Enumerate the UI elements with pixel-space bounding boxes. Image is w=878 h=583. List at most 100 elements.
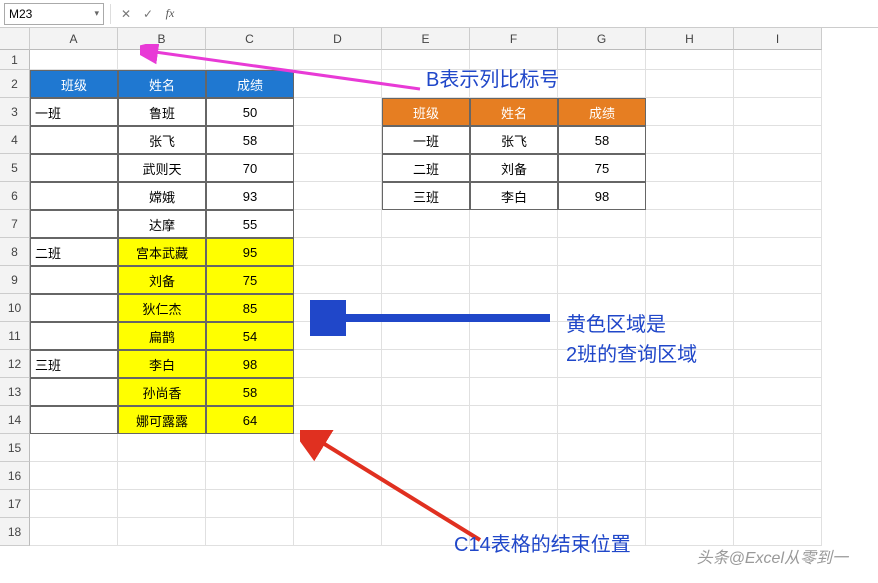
- cell-E11[interactable]: [382, 322, 470, 350]
- cell-E5[interactable]: 二班: [382, 154, 470, 182]
- cell-B18[interactable]: [118, 518, 206, 546]
- cell-G2[interactable]: [558, 70, 646, 98]
- cell-I11[interactable]: [734, 322, 822, 350]
- cell-D15[interactable]: [294, 434, 382, 462]
- cell-G1[interactable]: [558, 50, 646, 70]
- cell-D13[interactable]: [294, 378, 382, 406]
- cell-I14[interactable]: [734, 406, 822, 434]
- cell-B7[interactable]: 达摩: [118, 210, 206, 238]
- cell-F7[interactable]: [470, 210, 558, 238]
- cell-C4[interactable]: 58: [206, 126, 294, 154]
- cell-A15[interactable]: [30, 434, 118, 462]
- row-header-10[interactable]: 10: [0, 294, 30, 322]
- cell-D2[interactable]: [294, 70, 382, 98]
- column-header-H[interactable]: H: [646, 28, 734, 50]
- cell-D14[interactable]: [294, 406, 382, 434]
- cell-B16[interactable]: [118, 462, 206, 490]
- row-header-2[interactable]: 2: [0, 70, 30, 98]
- cell-A11[interactable]: [30, 322, 118, 350]
- cell-A4[interactable]: [30, 126, 118, 154]
- row-header-15[interactable]: 15: [0, 434, 30, 462]
- cell-I17[interactable]: [734, 490, 822, 518]
- cell-C17[interactable]: [206, 490, 294, 518]
- cell-F15[interactable]: [470, 434, 558, 462]
- cell-I3[interactable]: [734, 98, 822, 126]
- cell-F12[interactable]: [470, 350, 558, 378]
- cell-E17[interactable]: [382, 490, 470, 518]
- row-header-5[interactable]: 5: [0, 154, 30, 182]
- cell-A5[interactable]: [30, 154, 118, 182]
- cell-E3[interactable]: 班级: [382, 98, 470, 126]
- cell-D7[interactable]: [294, 210, 382, 238]
- row-header-14[interactable]: 14: [0, 406, 30, 434]
- cell-A3[interactable]: 一班: [30, 98, 118, 126]
- cell-D1[interactable]: [294, 50, 382, 70]
- cell-C6[interactable]: 93: [206, 182, 294, 210]
- cell-A12[interactable]: 三班: [30, 350, 118, 378]
- cell-H17[interactable]: [646, 490, 734, 518]
- cell-D9[interactable]: [294, 266, 382, 294]
- cell-I15[interactable]: [734, 434, 822, 462]
- cell-F6[interactable]: 李白: [470, 182, 558, 210]
- cell-G3[interactable]: 成绩: [558, 98, 646, 126]
- cell-E9[interactable]: [382, 266, 470, 294]
- cell-B15[interactable]: [118, 434, 206, 462]
- cell-C1[interactable]: [206, 50, 294, 70]
- column-header-A[interactable]: A: [30, 28, 118, 50]
- column-header-I[interactable]: I: [734, 28, 822, 50]
- cell-F16[interactable]: [470, 462, 558, 490]
- row-header-17[interactable]: 17: [0, 490, 30, 518]
- cell-C13[interactable]: 58: [206, 378, 294, 406]
- cell-A17[interactable]: [30, 490, 118, 518]
- cell-I2[interactable]: [734, 70, 822, 98]
- cell-I9[interactable]: [734, 266, 822, 294]
- cell-B2[interactable]: 姓名: [118, 70, 206, 98]
- cell-F8[interactable]: [470, 238, 558, 266]
- cell-C18[interactable]: [206, 518, 294, 546]
- cell-H7[interactable]: [646, 210, 734, 238]
- column-header-E[interactable]: E: [382, 28, 470, 50]
- cell-I13[interactable]: [734, 378, 822, 406]
- cell-H5[interactable]: [646, 154, 734, 182]
- cell-B1[interactable]: [118, 50, 206, 70]
- cell-B9[interactable]: 刘备: [118, 266, 206, 294]
- row-header-11[interactable]: 11: [0, 322, 30, 350]
- cell-E4[interactable]: 一班: [382, 126, 470, 154]
- cell-G14[interactable]: [558, 406, 646, 434]
- cell-C10[interactable]: 85: [206, 294, 294, 322]
- cell-C11[interactable]: 54: [206, 322, 294, 350]
- cell-B10[interactable]: 狄仁杰: [118, 294, 206, 322]
- cell-B8[interactable]: 宫本武藏: [118, 238, 206, 266]
- confirm-icon[interactable]: ✓: [139, 4, 157, 24]
- row-header-18[interactable]: 18: [0, 518, 30, 546]
- cell-B13[interactable]: 孙尚香: [118, 378, 206, 406]
- cell-G9[interactable]: [558, 266, 646, 294]
- cell-I16[interactable]: [734, 462, 822, 490]
- cell-E13[interactable]: [382, 378, 470, 406]
- cell-F5[interactable]: 刘备: [470, 154, 558, 182]
- cell-E14[interactable]: [382, 406, 470, 434]
- fx-icon[interactable]: fx: [161, 4, 179, 24]
- cell-C14[interactable]: 64: [206, 406, 294, 434]
- cell-B5[interactable]: 武则天: [118, 154, 206, 182]
- cell-F10[interactable]: [470, 294, 558, 322]
- cell-C15[interactable]: [206, 434, 294, 462]
- cell-G6[interactable]: 98: [558, 182, 646, 210]
- sheet-area[interactable]: 班级姓名成绩一班鲁班50班级姓名成绩张飞58一班张飞58武则天70二班刘备75嫦…: [30, 50, 822, 546]
- cell-F14[interactable]: [470, 406, 558, 434]
- cell-C5[interactable]: 70: [206, 154, 294, 182]
- cell-D11[interactable]: [294, 322, 382, 350]
- row-header-3[interactable]: 3: [0, 98, 30, 126]
- cell-B17[interactable]: [118, 490, 206, 518]
- column-header-D[interactable]: D: [294, 28, 382, 50]
- cell-I7[interactable]: [734, 210, 822, 238]
- cell-F9[interactable]: [470, 266, 558, 294]
- cell-A8[interactable]: 二班: [30, 238, 118, 266]
- select-all-corner[interactable]: [0, 28, 30, 50]
- cell-H3[interactable]: [646, 98, 734, 126]
- row-header-12[interactable]: 12: [0, 350, 30, 378]
- cancel-icon[interactable]: ✕: [117, 4, 135, 24]
- cell-F3[interactable]: 姓名: [470, 98, 558, 126]
- row-header-1[interactable]: 1: [0, 50, 30, 70]
- cell-F11[interactable]: [470, 322, 558, 350]
